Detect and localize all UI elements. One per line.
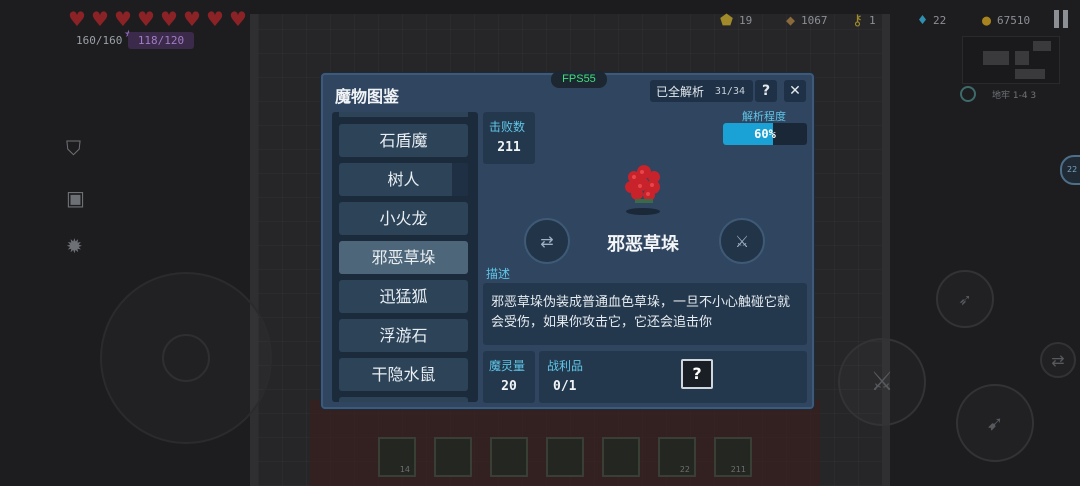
dash-button[interactable]: ➹: [956, 384, 1034, 462]
hotbar-slot[interactable]: [490, 437, 528, 477]
resource-value: 1067: [801, 13, 828, 27]
monster-list-item[interactable]: 迅猛狐: [339, 280, 468, 313]
monster-list-item[interactable]: 石盾魔: [339, 124, 468, 157]
analyzed-label: 已全解析: [656, 84, 705, 99]
sword-icon: ⚔: [734, 231, 750, 251]
description-box: 邪恶草垛伪装成普通血色草垛，一旦不小心触碰它就会受伤，如果你攻击它，它还会追击你: [483, 283, 807, 345]
resource-value: 1: [869, 13, 876, 27]
weapon-icon[interactable]: ⛉: [66, 136, 81, 160]
analyzed-status[interactable]: 已全解析 31/34: [650, 80, 753, 102]
hotbar-slot[interactable]: 211: [714, 437, 752, 477]
monster-list-item[interactable]: 树人: [339, 163, 468, 196]
monster-list-item[interactable]: 干隐水鼠: [339, 358, 468, 391]
monster-list-item[interactable]: 小火龙: [339, 202, 468, 235]
heart-icon: ♥: [114, 7, 132, 31]
floor-label: 地牢 1-4 3: [992, 91, 1037, 101]
kill-count-box: 击败数 211: [483, 112, 535, 164]
hotbar-slot[interactable]: 14: [378, 437, 416, 477]
unknown-loot-slot[interactable]: ?: [681, 359, 713, 389]
heart-icon: ♥: [229, 7, 247, 31]
hotbar-slot[interactable]: [434, 437, 472, 477]
hotbar: 14 22 211: [378, 437, 752, 477]
list-partial-item: [339, 397, 468, 402]
hint-bulb-icon[interactable]: ✹: [66, 234, 83, 258]
gem-pentagon-icon: ⬟: [720, 11, 734, 29]
chest-icon[interactable]: ▣: [66, 186, 85, 210]
hotbar-slot[interactable]: [602, 437, 640, 477]
diamond-icon: ♦: [918, 11, 928, 29]
attack-button[interactable]: ⚔: [838, 338, 926, 426]
health-hearts: ♥ ♥ ♥ ♥ ♥ ♥ ♥ ♥: [66, 8, 249, 30]
soul-amount-label: 魔灵量: [489, 359, 526, 373]
heart-icon: ♥: [160, 7, 178, 31]
help-button[interactable]: ?: [755, 80, 777, 102]
side-tab-button[interactable]: 22: [1060, 155, 1080, 185]
heart-icon: ♥: [206, 7, 224, 31]
dialog-title: 魔物图鉴: [335, 87, 400, 106]
resource-gems: ⬟ 19: [720, 10, 752, 30]
heart-icon: ♥: [137, 7, 155, 31]
monster-shadow: [626, 208, 660, 215]
loot-box: 战利品 0/1 ?: [539, 351, 807, 403]
heart-icon: ♥: [68, 7, 86, 31]
pause-button[interactable]: [1054, 10, 1072, 30]
resource-keys: ⚷ 1: [852, 10, 876, 30]
heart-icon: ♥: [91, 7, 109, 31]
swap-icon: ⇄: [540, 231, 554, 251]
loot-count: 0/1: [553, 379, 577, 394]
resource-value: 19: [739, 13, 753, 27]
key-icon: ⚷: [852, 11, 863, 29]
swap-weapon-button[interactable]: ⇄: [1040, 342, 1076, 378]
resource-value: 67510: [997, 13, 1031, 27]
resource-coins: ● 67510: [982, 10, 1030, 30]
soul-amount-box: 魔灵量 20: [483, 351, 535, 403]
joystick-knob[interactable]: [162, 334, 210, 382]
fps-counter: FPS55: [551, 71, 607, 88]
bow-skill-button[interactable]: ➶: [936, 270, 994, 328]
list-partial-item: [339, 112, 468, 117]
mana-bar: 118/120: [128, 32, 194, 49]
coin-icon: ●: [982, 11, 992, 29]
monster-name: 邪恶草垛: [607, 234, 679, 255]
monster-sprite-image: [625, 165, 660, 203]
analysis-progress-text: 60%: [754, 127, 776, 141]
kill-count-label: 击败数: [489, 120, 526, 134]
monster-list-item[interactable]: 浮游石: [339, 319, 468, 352]
monster-list[interactable]: 石盾魔 树人 小火龙 邪恶草垛 迅猛狐 浮游石 干隐水鼠: [332, 112, 478, 402]
resource-value: 22: [933, 13, 947, 27]
analysis-progress-label: 解析程度: [742, 110, 786, 123]
resource-diamonds: ♦ 22: [918, 10, 946, 30]
monster-dex-dialog: 魔物图鉴 FPS55 已全解析 31/34 ? ✕ 石盾魔 树人 小火龙 邪恶草…: [321, 71, 814, 409]
resource-material: ◆ 1067: [786, 10, 828, 30]
floor-icon: [960, 86, 976, 102]
analyzed-count: 31/34: [714, 85, 745, 97]
description-label: 描述: [486, 267, 511, 281]
soul-amount-value: 20: [501, 379, 517, 394]
minimap[interactable]: [962, 36, 1060, 84]
kill-count-value: 211: [497, 140, 521, 155]
close-button[interactable]: ✕: [784, 80, 806, 102]
material-icon: ◆: [786, 11, 796, 29]
hp-text: 160/160: [76, 34, 123, 47]
hotbar-slot[interactable]: [546, 437, 584, 477]
monster-list-item-selected[interactable]: 邪恶草垛: [339, 241, 468, 274]
analysis-progress-bar: 60%: [723, 123, 807, 145]
description-text: 邪恶草垛伪装成普通血色草垛，一旦不小心触碰它就会受伤，如果你攻击它，它还会追击你: [491, 295, 791, 330]
loot-label: 战利品: [547, 359, 584, 373]
heart-icon: ♥: [183, 7, 201, 31]
hotbar-slot[interactable]: 22: [658, 437, 696, 477]
